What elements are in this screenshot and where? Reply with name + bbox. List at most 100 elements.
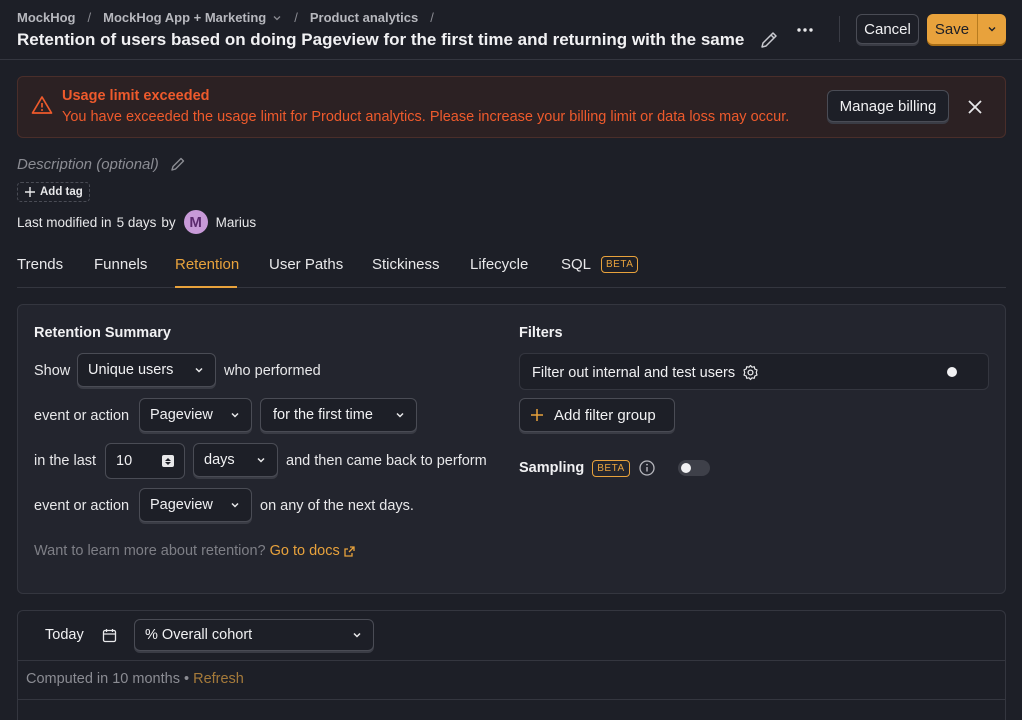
came-back-text: and then came back to perform [286, 453, 487, 469]
more-icon [797, 28, 813, 32]
retention-summary-heading: Retention Summary [34, 325, 171, 341]
plus-icon [531, 409, 543, 421]
interval-unit-select[interactable]: days [193, 443, 278, 477]
who-performed-text: who performed [224, 363, 321, 379]
internal-users-label: Filter out internal and test users [532, 364, 736, 381]
intervals-input[interactable]: 10 [105, 443, 185, 479]
warning-icon [31, 95, 53, 115]
event-label: event or action [34, 408, 130, 424]
retention-display-select[interactable]: % Overall cohort [134, 619, 374, 651]
info-icon[interactable] [638, 459, 656, 477]
in-the-last-label: in the last [34, 453, 97, 469]
tab-sql-label: SQL [561, 256, 592, 273]
returning-event-select[interactable]: Pageview [139, 488, 252, 522]
close-icon [968, 100, 982, 114]
cancel-button[interactable]: Cancel [856, 14, 919, 44]
aggregation-value: Unique users [88, 362, 174, 378]
save-options-dropdown[interactable] [977, 14, 1006, 44]
returning-event-value: Pageview [150, 497, 213, 513]
manage-billing-button[interactable]: Manage billing [827, 90, 949, 122]
plus-icon [25, 187, 35, 197]
aggregation-select[interactable]: Unique users [77, 353, 216, 387]
refresh-link[interactable]: Refresh [193, 671, 244, 687]
tab-user-paths[interactable]: User Paths [269, 256, 343, 273]
description-placeholder: Description (optional) [17, 155, 159, 173]
active-tab-indicator [175, 286, 237, 288]
edit-title-button[interactable] [758, 29, 780, 51]
beta-badge: BETA [601, 256, 639, 273]
learn-more: Want to learn more about retention? Go t… [34, 543, 356, 559]
learn-more-text: Want to learn more about retention? [34, 543, 266, 559]
tab-stickiness[interactable]: Stickiness [372, 256, 440, 273]
filters-heading: Filters [519, 325, 563, 341]
date-range-picker[interactable]: Today [45, 627, 117, 643]
add-tag-button[interactable]: Add tag [17, 182, 90, 202]
avatar: M [183, 210, 208, 234]
interval-unit-value: days [204, 452, 235, 468]
breadcrumb-separator: / [294, 10, 298, 25]
chevron-down-icon [353, 632, 361, 638]
next-days-text: on any of the next days. [260, 498, 414, 514]
intervals-value: 10 [116, 453, 133, 469]
save-button-group[interactable]: Save [927, 14, 1006, 44]
last-modified-by: by [161, 214, 176, 230]
target-event-value: Pageview [150, 407, 213, 423]
header-divider [839, 16, 840, 42]
tab-funnels[interactable]: Funnels [94, 256, 147, 273]
number-stepper-icon[interactable] [162, 455, 174, 467]
chevron-down-icon [396, 412, 404, 418]
chevron-down-icon [231, 502, 239, 508]
breadcrumb-org[interactable]: MockHog [17, 10, 76, 25]
show-label: Show [34, 363, 71, 379]
results-divider [17, 699, 1006, 700]
target-event-select[interactable]: Pageview [139, 398, 252, 432]
tab-trends[interactable]: Trends [17, 256, 63, 273]
period-type-select[interactable]: for the first time [260, 398, 417, 432]
breadcrumb-section[interactable]: Product analytics [310, 10, 418, 25]
calendar-icon [102, 628, 116, 642]
docs-link-label: Go to docs [269, 543, 340, 559]
gear-icon[interactable] [742, 364, 759, 381]
save-button[interactable]: Save [927, 14, 977, 44]
last-modified-prefix: Last modified in [17, 214, 112, 230]
bullet-separator: • [183, 671, 190, 687]
tab-sql[interactable]: SQL BETA [561, 256, 639, 273]
breadcrumb-separator: / [87, 10, 92, 25]
beta-badge: BETA [592, 459, 630, 477]
last-modified: Last modified in 5 days by M Marius [17, 210, 256, 234]
chevron-down-icon [195, 367, 203, 373]
pencil-icon [171, 157, 184, 171]
description-field[interactable]: Description (optional) [17, 155, 187, 173]
tab-lifecycle[interactable]: Lifecycle [470, 256, 528, 273]
external-link-icon [344, 545, 355, 557]
chevron-down-icon [231, 412, 239, 418]
period-type-value: for the first time [273, 407, 373, 423]
sampling-toggle[interactable] [677, 460, 710, 476]
page-title[interactable]: Retention of users based on doing Pagevi… [17, 30, 747, 50]
add-tag-label: Add tag [40, 186, 83, 198]
insight-type-tabs: Trends Funnels Retention User Paths Stic… [17, 248, 1006, 288]
internal-users-label-wrap: Filter out internal and test users [532, 364, 759, 381]
breadcrumb: MockHog / MockHog App + Marketing / Prod… [17, 10, 438, 25]
add-filter-group-label: Add filter group [554, 406, 656, 424]
close-banner-button[interactable] [965, 97, 985, 117]
more-options-button[interactable] [793, 20, 817, 40]
date-range-label: Today [45, 627, 84, 643]
breadcrumb-project-label: MockHog App + Marketing [103, 10, 267, 25]
tab-retention[interactable]: Retention [175, 256, 239, 273]
sampling-row: Sampling BETA [519, 459, 710, 477]
retention-display-value: % Overall cohort [145, 627, 253, 643]
computed-text: Computed in 10 months [26, 671, 180, 687]
breadcrumb-project[interactable]: MockHog App + Marketing [103, 10, 282, 25]
sampling-label: Sampling [519, 460, 585, 476]
last-modified-time: 5 days [116, 214, 157, 230]
banner-message: You have exceeded the usage limit for Pr… [62, 109, 790, 125]
chevron-down-icon [273, 15, 281, 20]
docs-link[interactable]: Go to docs [270, 543, 356, 559]
breadcrumb-separator: / [430, 10, 434, 25]
banner-title: Usage limit exceeded [62, 88, 210, 104]
chevron-down-icon [988, 27, 996, 32]
chevron-down-icon [257, 457, 265, 463]
add-filter-group-button[interactable]: Add filter group [519, 398, 675, 432]
internal-users-filter: Filter out internal and test users [519, 353, 989, 390]
